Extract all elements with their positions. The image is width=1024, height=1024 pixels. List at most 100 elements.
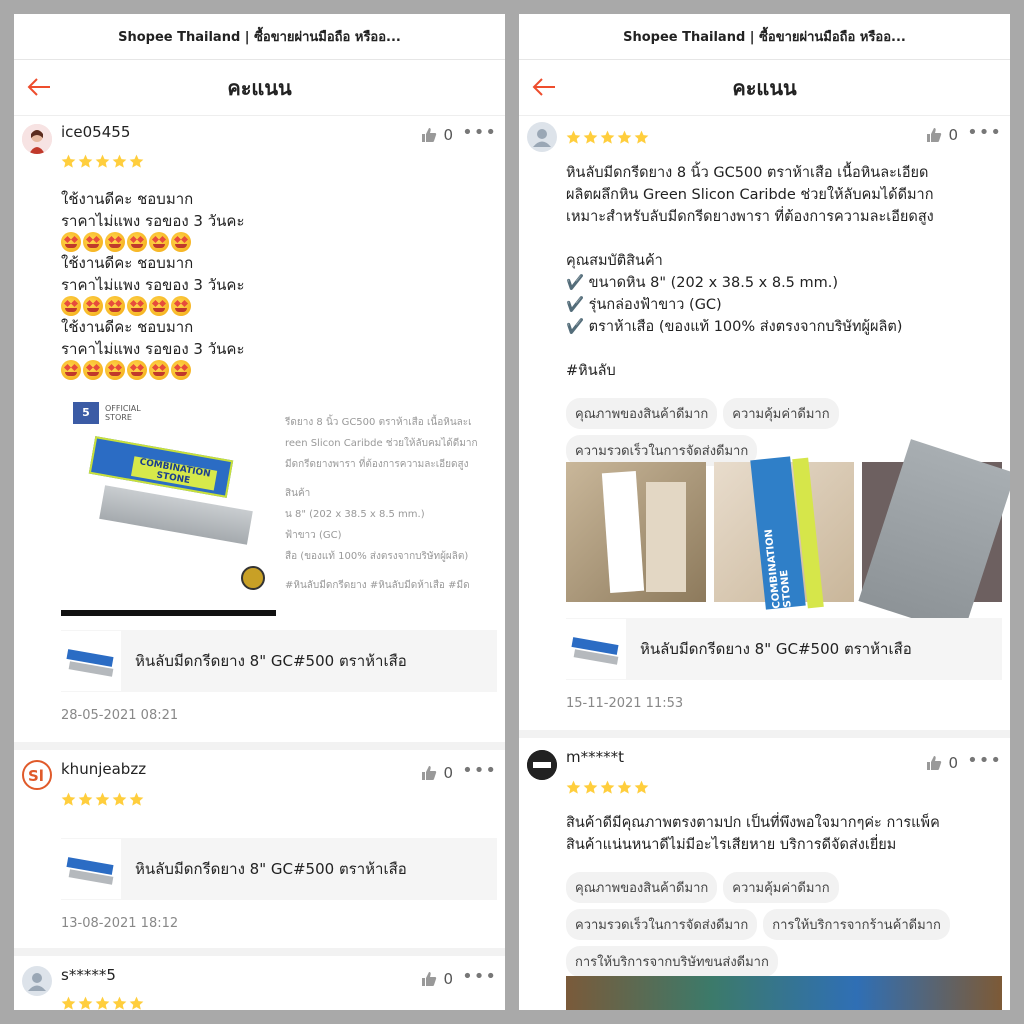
product-description-image: รีดยาง 8 นิ้ว GC500 ตราห้าเสือ เนื้อหินล… [285,412,478,596]
star-icon [129,154,144,168]
star-icon [129,792,144,806]
like-button[interactable]: 0 [926,754,958,772]
like-button[interactable]: 0 [421,970,453,988]
star-icon [129,996,144,1010]
like-button[interactable]: 0 [926,126,958,144]
smiling-face-hearts-icon [149,360,169,380]
smiling-face-hearts-icon [171,360,191,380]
review-username[interactable]: m*****t [566,748,624,766]
smiling-face-hearts-icon [83,296,103,316]
star-icon [112,792,127,806]
rating-stars [61,996,144,1010]
avatar[interactable]: Sl [22,760,52,790]
review-tag: ความคุ้มค่าดีมาก [723,872,839,903]
thumbs-up-icon [422,766,437,780]
star-icon [95,792,110,806]
star-icon [78,154,93,168]
review-tag: การให้บริการจากร้านค้าดีมาก [763,909,950,940]
svg-text:Sl: Sl [28,767,44,785]
avatar[interactable] [527,750,557,780]
review-item: s*****5 0 ••• [14,956,505,1010]
star-icon [95,154,110,168]
smiling-face-hearts-icon [127,232,147,252]
more-options-icon[interactable]: ••• [967,750,1002,771]
default-user-icon [28,973,46,991]
star-icon [583,130,598,144]
avatar[interactable] [22,124,52,154]
star-icon [61,792,76,806]
thumbs-up-icon [422,128,437,142]
more-options-icon[interactable]: ••• [967,122,1002,143]
page-title: คะแนน [227,75,292,100]
left-screenshot: Shopee Thailand | ซื้อขายผ่านมือถือ หรือ… [14,14,505,1010]
review-image[interactable]: 5 OFFICIAL STORE COMBINATION STONE รีดยา… [61,398,499,616]
star-icon [95,996,110,1010]
like-count: 0 [443,126,453,144]
review-text: สินค้าดีมีคุณภาพตรงตามปก เป็นที่พึงพอใจม… [566,815,940,853]
review-line: ราคาไม่แพง รอของ 3 วันคะ [61,340,245,358]
page-title: คะแนน [732,75,797,100]
star-icon [634,130,649,144]
review-photo[interactable] [858,439,1010,635]
review-item: 0 ••• หินลับมีดกรีดยาง 8 นิ้ว GC500 ตราห… [519,116,1010,738]
like-count: 0 [443,764,453,782]
page-header: คะแนน [14,60,505,116]
review-photo[interactable] [566,462,706,602]
review-tags: คุณภาพของสินค้าดีมาก ความคุ้มค่าดีมากความ… [566,872,986,983]
rating-stars [61,792,144,807]
star-icon [600,130,615,144]
review-username[interactable]: s*****5 [61,966,116,984]
browser-title: Shopee Thailand | ซื้อขายผ่านมือถือ หรือ… [623,30,906,45]
like-button[interactable]: 0 [421,126,453,144]
desc-line: รีดยาง 8 นิ้ว GC500 ตราห้าเสือ เนื้อหินล… [285,417,472,428]
more-options-icon[interactable]: ••• [462,760,497,781]
rating-stars [566,130,649,145]
like-button[interactable]: 0 [421,764,453,782]
review-tag: การให้บริการจากบริษัทขนส่งดีมาก [566,946,778,977]
more-options-icon[interactable]: ••• [462,122,497,143]
sharpening-stone [99,485,253,545]
product-card[interactable]: หินลับมีดกรีดยาง 8" GC#500 ตราห้าเสือ [61,838,497,900]
product-card[interactable]: หินลับมีดกรีดยาง 8" GC#500 ตราห้าเสือ [566,618,1002,680]
avatar[interactable] [527,122,557,152]
avatar[interactable] [22,966,52,996]
like-count: 0 [443,970,453,988]
desc-line: สือ (ของแท้ 100% ส่งตรงจากบริษัทผู้ผลิต) [285,551,469,562]
emoji-row [61,232,245,252]
product-card[interactable]: หินลับมีดกรีดยาง 8" GC#500 ตราห้าเสือ [61,630,497,692]
brand-logo: 5 [73,402,99,424]
product-thumbnail [61,631,121,691]
product-thumbnail [61,839,121,899]
rating-stars [566,780,649,795]
photo-stone-label: COMBINATION STONE [763,528,794,610]
review-photo[interactable]: COMBINATION STONE [714,456,854,610]
image-bottom-bar [61,610,276,616]
like-count: 0 [948,754,958,772]
review-line: ใช้งานดีคะ ชอบมาก [61,254,194,272]
review-username[interactable]: ice05455 [61,123,130,141]
review-username[interactable]: khunjeabzz [61,760,146,778]
star-icon [61,996,76,1010]
product-thumbnail [566,619,626,679]
back-arrow-icon[interactable] [26,76,52,98]
review-item: ice05455 0 ••• ใช้งานดีคะ ชอบมาก ราคาไม่… [14,116,505,750]
smiling-face-hearts-icon [149,232,169,252]
more-options-icon[interactable]: ••• [462,966,497,987]
review-item: Sl khunjeabzz 0 ••• หินลับมีดกรีดยาง 8" … [14,750,505,956]
review-line: ใช้งานดีคะ ชอบมาก [61,190,194,208]
desc-line: มีดกรีดยางพารา ที่ต้องการความละเอียดสูง [285,459,469,470]
smiling-face-hearts-icon [61,232,81,252]
smiling-face-hearts-icon [171,296,191,316]
rating-stars [61,154,144,169]
review-photo[interactable] [566,976,1002,1010]
genuine-badge [241,566,265,590]
back-arrow-icon[interactable] [531,76,557,98]
star-icon [78,996,93,1010]
review-line: ราคาไม่แพง รอของ 3 วันคะ [61,276,245,294]
stone-box-label: COMBINATION STONE [130,456,218,491]
desc-line: สินค้า [285,488,311,499]
official-store-label: OFFICIAL STORE [105,404,141,422]
smiling-face-hearts-icon [61,360,81,380]
star-icon [61,154,76,168]
star-icon [583,780,598,794]
